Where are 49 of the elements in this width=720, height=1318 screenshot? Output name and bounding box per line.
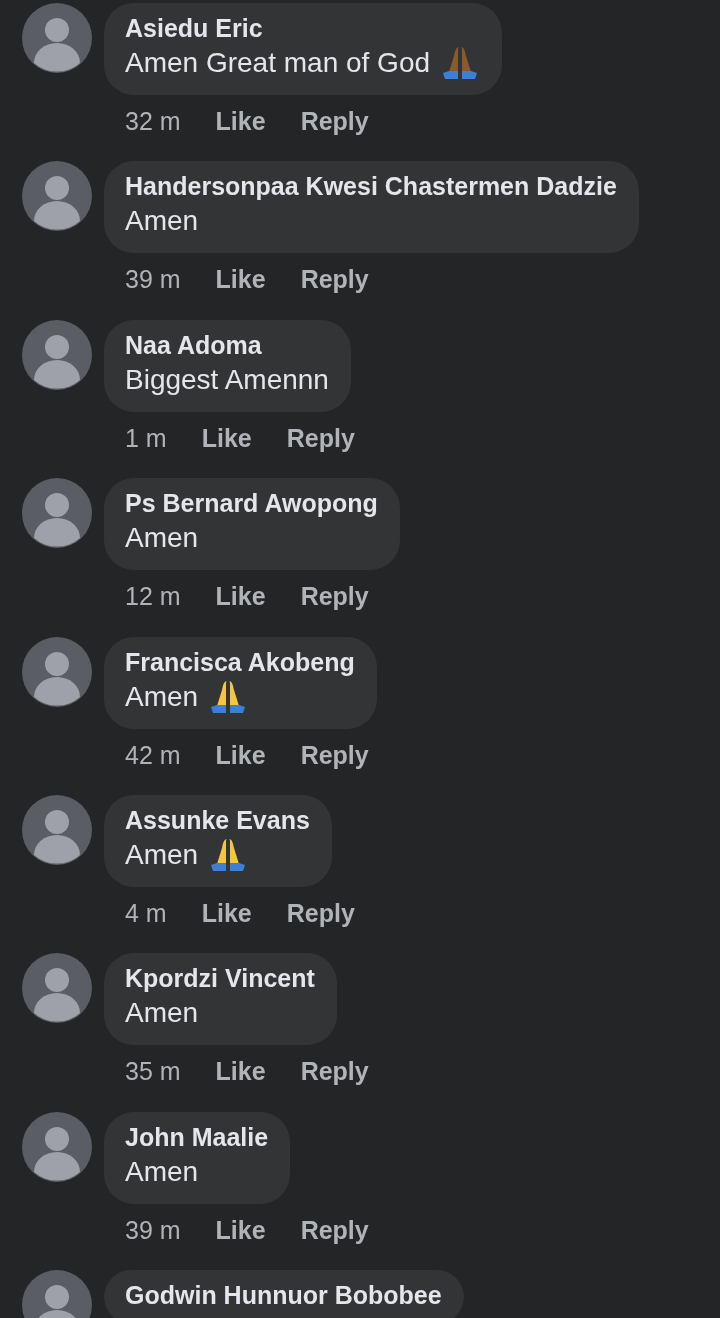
avatar-icon[interactable]: [22, 953, 92, 1024]
comment-time: 1 m: [125, 422, 167, 454]
like-link[interactable]: Like: [215, 105, 266, 137]
commenter-name[interactable]: Kpordzi Vincent: [125, 962, 315, 995]
reply-link[interactable]: Reply: [300, 738, 369, 771]
avatar-icon[interactable]: [22, 319, 92, 390]
avatar-icon[interactable]: [22, 636, 92, 707]
reply-link[interactable]: Reply: [300, 1213, 369, 1246]
avatar-icon[interactable]: [22, 3, 92, 73]
commenter-name[interactable]: John Maalie: [125, 1120, 269, 1153]
comment-time: 32 m: [125, 106, 181, 137]
avatar-icon[interactable]: [22, 794, 92, 865]
commenter-name[interactable]: Naa Adoma: [125, 328, 329, 361]
like-link[interactable]: Like: [215, 1213, 266, 1246]
like-link[interactable]: Like: [201, 421, 252, 454]
comment-time: 12 m: [125, 581, 181, 613]
comment-text: Amen: [125, 521, 199, 556]
reply-link[interactable]: Reply: [300, 105, 369, 137]
comment-time: 39 m: [125, 264, 181, 296]
comment-text: Amen: [125, 679, 199, 714]
comment-time: 35 m: [125, 1056, 181, 1088]
like-link[interactable]: Like: [215, 580, 266, 613]
like-link[interactable]: Like: [215, 738, 266, 771]
comment-text: Amen: [125, 837, 199, 872]
commenter-name[interactable]: Ps Bernard Awopong: [125, 487, 378, 520]
commenter-name[interactable]: Godwin Hunnuor Bobobee: [125, 1279, 442, 1312]
comment-time: 4 m: [125, 897, 167, 929]
like-link[interactable]: Like: [201, 896, 252, 929]
avatar-icon[interactable]: [22, 161, 92, 232]
commenter-name[interactable]: Handersonpaa Kwesi Chastermen Dadzie: [125, 170, 617, 203]
avatar-icon[interactable]: [22, 1111, 92, 1182]
comment-time: 39 m: [125, 1214, 181, 1246]
like-link[interactable]: Like: [215, 1055, 266, 1088]
comment-text: Amen: [125, 1154, 199, 1189]
comment-time: 42 m: [125, 739, 181, 771]
commenter-name[interactable]: Francisca Akobeng: [125, 645, 355, 678]
reply-link[interactable]: Reply: [300, 1055, 369, 1088]
commenter-name[interactable]: Asiedu Eric: [125, 12, 481, 44]
reply-link[interactable]: Reply: [300, 580, 369, 613]
comment-text: Amen: [125, 996, 199, 1031]
reply-link[interactable]: Reply: [300, 263, 369, 296]
reply-link[interactable]: Reply: [286, 421, 355, 454]
comment-text: Amen: [125, 204, 199, 239]
comment-text: Biggest Amennn: [125, 362, 329, 397]
avatar-icon[interactable]: [22, 478, 92, 549]
comment-text: Amen Great man of God: [125, 46, 431, 80]
commenter-name[interactable]: Assunke Evans: [125, 803, 310, 836]
reply-link[interactable]: Reply: [286, 896, 355, 929]
like-link[interactable]: Like: [215, 263, 266, 296]
